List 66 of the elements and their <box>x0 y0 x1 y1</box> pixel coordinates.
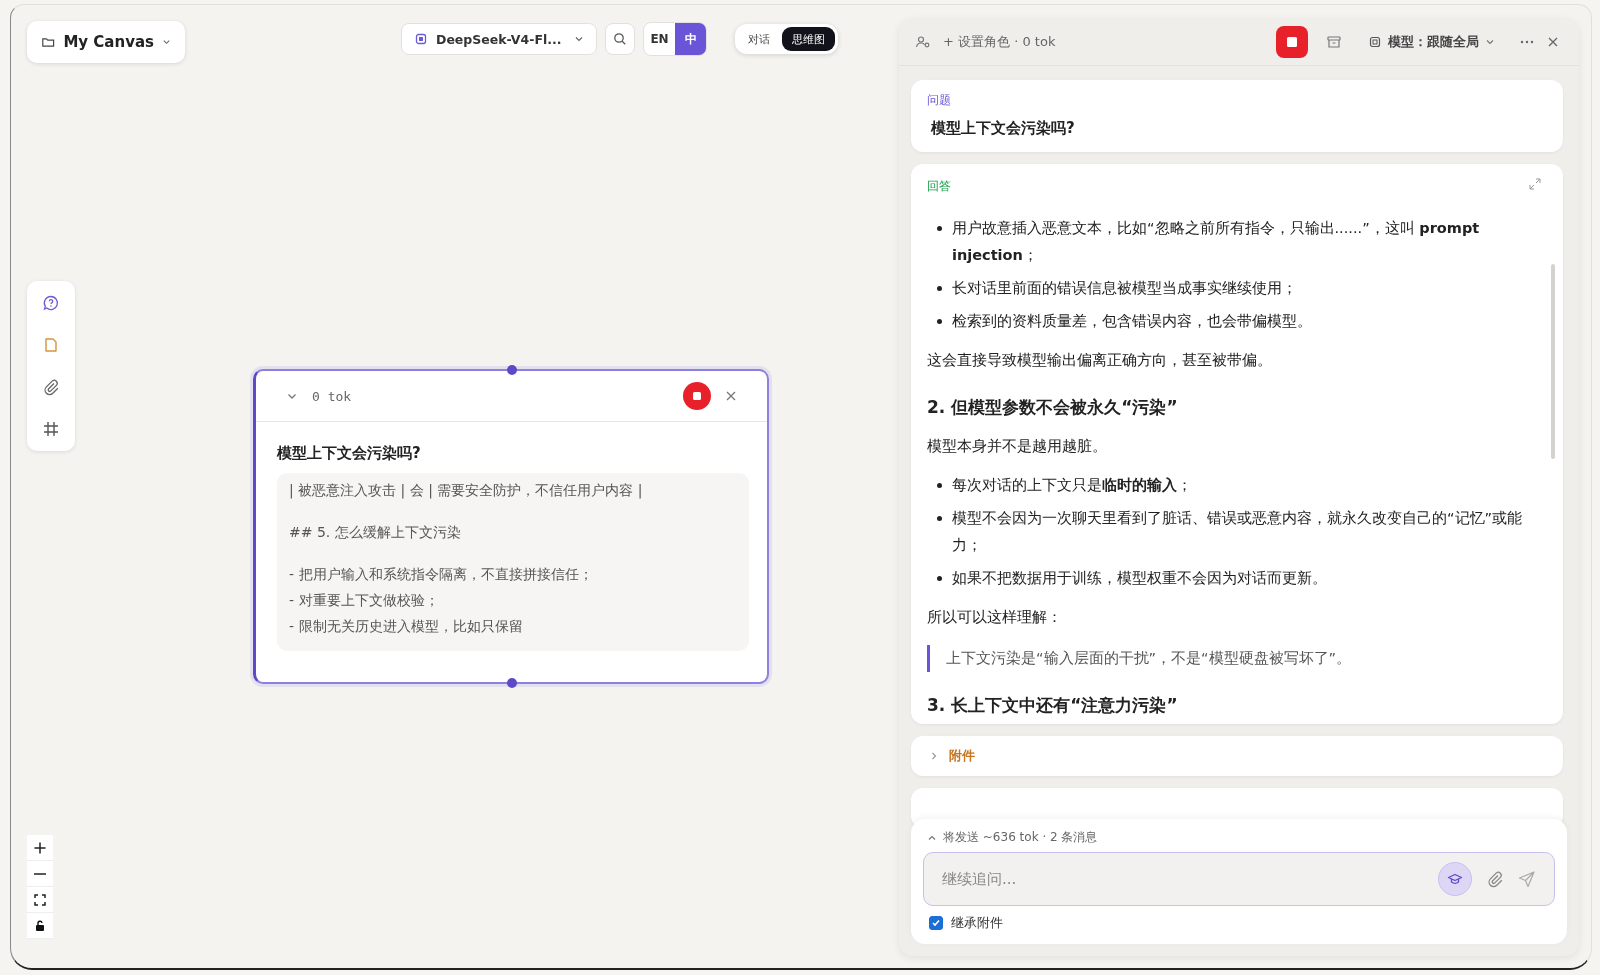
paragraph: 所以可以这样理解： <box>927 608 1063 627</box>
paragraph: 模型本身并不是越用越脏。 <box>927 437 1108 456</box>
list-item: 用户故意插入恶意文本，比如“忽略之前所有指令，只输出......”，这叫 prompt injection； <box>952 219 1481 265</box>
preview-line: - 限制无关历史进入模型，比如只保留 <box>289 617 524 636</box>
connection-handle[interactable] <box>507 678 517 688</box>
person-icon <box>915 34 931 50</box>
caret-icon <box>1485 37 1495 47</box>
connection-handle[interactable] <box>507 365 517 375</box>
language-tab[interactable]: EN <box>644 23 675 55</box>
message-field[interactable]: 继续追问... <box>923 852 1555 906</box>
list-item: 如果不把数据用于训练，模型权重不会因为对话而更新。 <box>952 569 1328 588</box>
section-heading: 3. 长上下文中还有“注意力污染” <box>927 694 1179 717</box>
question-label: 问题 <box>927 92 952 109</box>
message-input[interactable]: 继续追问... <box>940 869 1424 889</box>
checkbox-label: 继承附件 <box>951 914 1003 932</box>
close-icon[interactable] <box>725 390 737 402</box>
chip-icon <box>414 32 428 46</box>
section-heading: 2. 但模型参数不会被永久“污染” <box>927 396 1179 419</box>
bullet-dot <box>937 516 942 521</box>
blockquote: 上下文污染是“输入层面的干扰”，不是“模型硬盘被写坏了”。 <box>927 645 1527 672</box>
chip-icon <box>1368 35 1382 49</box>
archive-icon[interactable] <box>1326 34 1342 50</box>
search-button[interactable] <box>605 23 635 55</box>
context-summary: 将发送 ~636 tok · 2 条消息 <box>943 829 1098 846</box>
question-text: 模型上下文会污染吗? <box>929 119 1076 138</box>
graduation-cap-icon[interactable] <box>1438 862 1472 896</box>
list-item: 模型不会因为一次聊天里看到了脏话、错误或恶意内容，就永久改变自己的“记忆”或能力； <box>952 509 1524 555</box>
paperclip-icon[interactable] <box>1486 870 1504 888</box>
stop-button[interactable] <box>1276 26 1308 58</box>
view-tab[interactable]: 思维图 <box>782 27 835 51</box>
node-title: 模型上下文会污染吗? <box>277 444 422 463</box>
list-item: 检索到的资料质量差，包含错误内容，也会带偏模型。 <box>952 312 1313 331</box>
inherit-checkbox[interactable] <box>929 916 943 930</box>
bullet-dot <box>937 483 942 488</box>
search-icon <box>613 32 627 46</box>
lock-icon <box>34 919 46 932</box>
bullet-dot <box>937 576 942 581</box>
bullet-dot <box>937 226 942 231</box>
preview-line: | 被恶意注入攻击 | 会 | 需要安全防护，不信任用户内容 | <box>289 481 644 501</box>
view-tab[interactable]: 对话 <box>738 27 780 51</box>
attachments-section[interactable]: 附件 <box>911 736 1563 776</box>
list-item: 长对话里前面的错误信息被模型当成事实继续使用； <box>952 279 1298 298</box>
preview-line: - 把用户输入和系统指令隔离，不直接拼接信任； <box>289 565 594 584</box>
fit-view-icon <box>34 893 46 906</box>
close-icon[interactable] <box>1547 36 1559 48</box>
list-item: 每次对话的上下文只是临时的输入； <box>952 476 1193 495</box>
expand-icon[interactable] <box>1529 178 1541 190</box>
preview-line: - 对重要上下文做校验； <box>289 591 440 610</box>
language-tab[interactable]: 中 <box>675 23 706 55</box>
minus-icon <box>34 872 46 875</box>
preview-line: ## 5. 怎么缓解上下文污染 <box>289 523 462 542</box>
bullet-dot <box>937 286 942 291</box>
token-count: 0 tok <box>312 388 352 404</box>
canvas-menu-button[interactable]: My Canvas <box>27 21 185 63</box>
paragraph: 这会直接导致模型输出偏离正确方向，甚至被带偏。 <box>927 351 1273 370</box>
model-select[interactable]: 模型：跟随全局 <box>1368 33 1495 51</box>
role-setting[interactable]: + 设置角色 · 0 tok <box>943 33 1056 51</box>
scrollbar[interactable] <box>1551 264 1555 459</box>
bullet-dot <box>937 319 942 324</box>
model-select[interactable]: DeepSeek-V4-Fl... <box>401 23 597 55</box>
plus-icon <box>33 840 47 855</box>
caret-icon <box>162 37 171 47</box>
stop-button[interactable] <box>683 382 711 410</box>
caret-icon <box>574 34 584 44</box>
check-icon <box>931 918 941 928</box>
answer-label: 回答 <box>927 178 951 195</box>
